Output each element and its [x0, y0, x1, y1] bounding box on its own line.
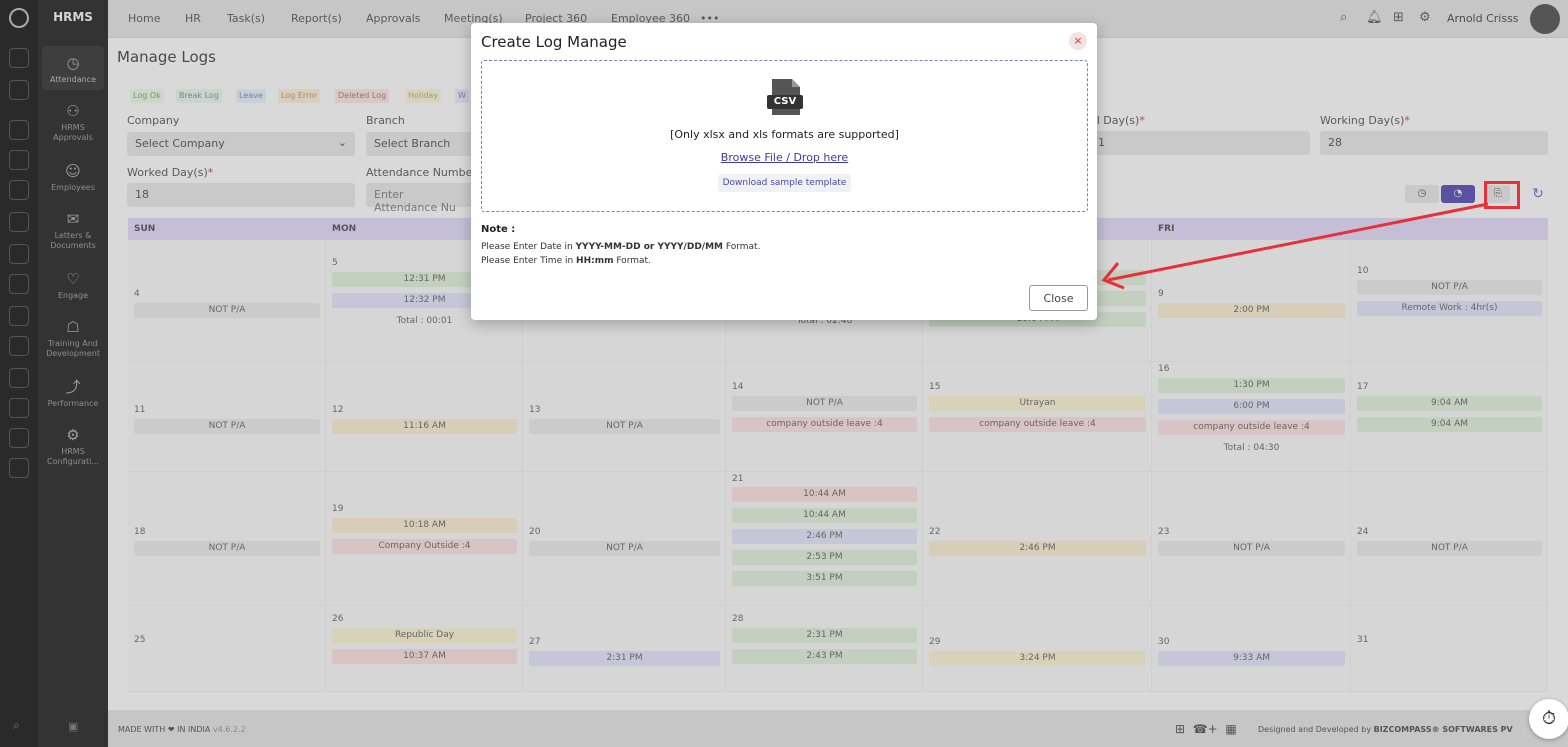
close-button[interactable]: Close: [1029, 285, 1088, 311]
modal-title: Create Log Manage: [481, 33, 627, 51]
note-heading: Note :: [481, 224, 516, 235]
note-time-format: Please Enter Time in HH:mm Format.: [481, 256, 651, 266]
csv-label: CSV: [773, 96, 797, 107]
file-dropzone[interactable]: CSV [Only xlsx and xls formats are suppo…: [481, 60, 1088, 212]
browse-file-link[interactable]: Browse File / Drop here: [482, 151, 1087, 164]
close-icon[interactable]: ×: [1069, 32, 1087, 50]
stopwatch-icon[interactable]: ⏱︎: [1529, 699, 1568, 739]
download-template-button[interactable]: Download sample template: [718, 174, 851, 192]
note-date-format: Please Enter Date in YYYY-MM-DD or YYYY/…: [481, 242, 761, 252]
supported-formats-text: [Only xlsx and xls formats are supported…: [670, 128, 899, 141]
create-log-modal: Create Log Manage × CSV [Only xlsx and x…: [471, 23, 1097, 320]
